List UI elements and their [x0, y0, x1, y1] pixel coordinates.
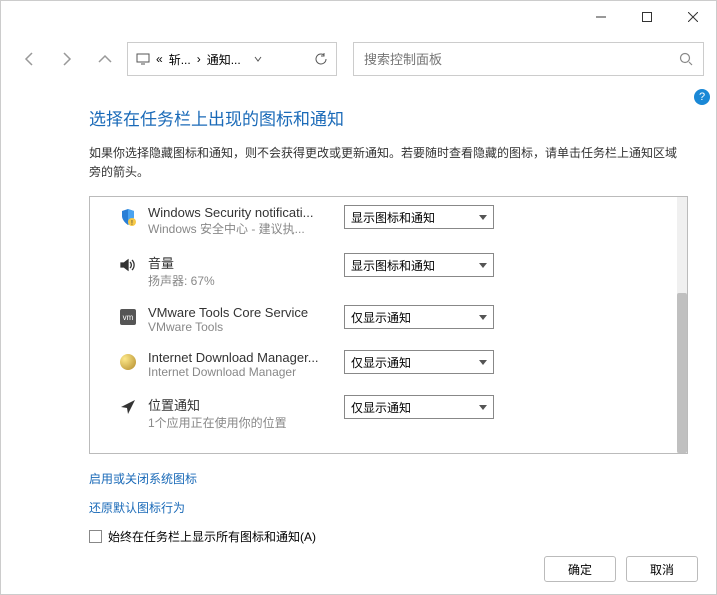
scrollbar-thumb[interactable]	[677, 293, 687, 453]
item-title: Internet Download Manager...	[148, 350, 334, 365]
maximize-icon	[642, 12, 652, 22]
up-button[interactable]	[89, 43, 121, 75]
icons-panel: ! Windows Security notificati... Windows…	[89, 196, 688, 454]
notification-item-row: ! Windows Security notificati... Windows…	[90, 197, 675, 245]
breadcrumb-chevron: ›	[197, 52, 201, 66]
behavior-select[interactable]: 仅显示通知	[344, 395, 494, 419]
breadcrumb-separator: «	[156, 52, 163, 66]
cancel-button[interactable]: 取消	[626, 556, 698, 582]
notification-item-row: Internet Download Manager... Internet Do…	[90, 342, 675, 387]
item-subtitle: VMware Tools	[148, 320, 334, 334]
notification-item-row: 位置通知 1个应用正在使用你的位置 仅显示通知	[90, 387, 675, 439]
search-box[interactable]	[353, 42, 704, 76]
forward-button[interactable]	[51, 43, 83, 75]
item-title: Windows Security notificati...	[148, 205, 334, 220]
behavior-select[interactable]: 显示图标和通知	[344, 253, 494, 277]
close-button[interactable]	[670, 1, 716, 33]
behavior-select[interactable]: 仅显示通知	[344, 350, 494, 374]
breadcrumb-item-1[interactable]: 斩...	[169, 51, 191, 68]
breadcrumb-item-2[interactable]: 通知...	[207, 51, 241, 68]
notification-item-row: vm VMware Tools Core Service VMware Tool…	[90, 297, 675, 342]
item-title: 音量	[148, 253, 334, 272]
toolbar: « 斩... › 通知...	[1, 33, 716, 85]
arrow-up-icon	[97, 51, 113, 67]
back-button[interactable]	[13, 43, 45, 75]
links-area: 启用或关闭系统图标 还原默认图标行为	[89, 470, 688, 516]
page-title: 选择在任务栏上出现的图标和通知	[89, 105, 688, 130]
close-icon	[688, 12, 698, 22]
location-icon	[118, 397, 138, 417]
search-icon	[679, 52, 693, 66]
minimize-button[interactable]	[578, 1, 624, 33]
volume-icon	[118, 255, 138, 275]
arrow-left-icon	[21, 51, 37, 67]
maximize-button[interactable]	[624, 1, 670, 33]
shield-icon: !	[118, 207, 138, 227]
restore-defaults-link[interactable]: 还原默认图标行为	[89, 499, 688, 516]
item-subtitle: 1个应用正在使用你的位置	[148, 414, 334, 431]
always-show-checkbox[interactable]	[89, 530, 102, 543]
address-bar[interactable]: « 斩... › 通知...	[127, 42, 337, 76]
content-area: 选择在任务栏上出现的图标和通知 如果你选择隐藏图标和通知，则不会获得更改或更新通…	[1, 85, 716, 545]
refresh-icon[interactable]	[314, 52, 328, 66]
vmware-icon: vm	[118, 307, 138, 327]
search-input[interactable]	[364, 52, 679, 67]
always-show-label: 始终在任务栏上显示所有图标和通知(A)	[108, 528, 316, 545]
arrow-right-icon	[59, 51, 75, 67]
ok-button[interactable]: 确定	[544, 556, 616, 582]
item-title: VMware Tools Core Service	[148, 305, 334, 320]
item-title: 位置通知	[148, 395, 334, 414]
help-button[interactable]: ?	[694, 89, 710, 105]
system-icons-link[interactable]: 启用或关闭系统图标	[89, 470, 688, 487]
idm-icon	[118, 352, 138, 372]
chevron-down-icon[interactable]	[253, 54, 263, 64]
item-subtitle: 扬声器: 67%	[148, 272, 334, 289]
notification-item-row: 音量 扬声器: 67% 显示图标和通知	[90, 245, 675, 297]
page-description: 如果你选择隐藏图标和通知，则不会获得更改或更新通知。若要随时查看隐藏的图标，请单…	[89, 144, 688, 182]
behavior-select[interactable]: 显示图标和通知	[344, 205, 494, 229]
monitor-icon	[136, 53, 150, 65]
footer-buttons: 确定 取消	[544, 556, 698, 582]
item-subtitle: Windows 安全中心 - 建议执...	[148, 220, 334, 237]
item-subtitle: Internet Download Manager	[148, 365, 334, 379]
minimize-icon	[596, 12, 606, 22]
behavior-select[interactable]: 仅显示通知	[344, 305, 494, 329]
svg-text:!: !	[131, 220, 133, 226]
window-titlebar	[1, 1, 716, 33]
always-show-row: 始终在任务栏上显示所有图标和通知(A)	[89, 528, 688, 545]
